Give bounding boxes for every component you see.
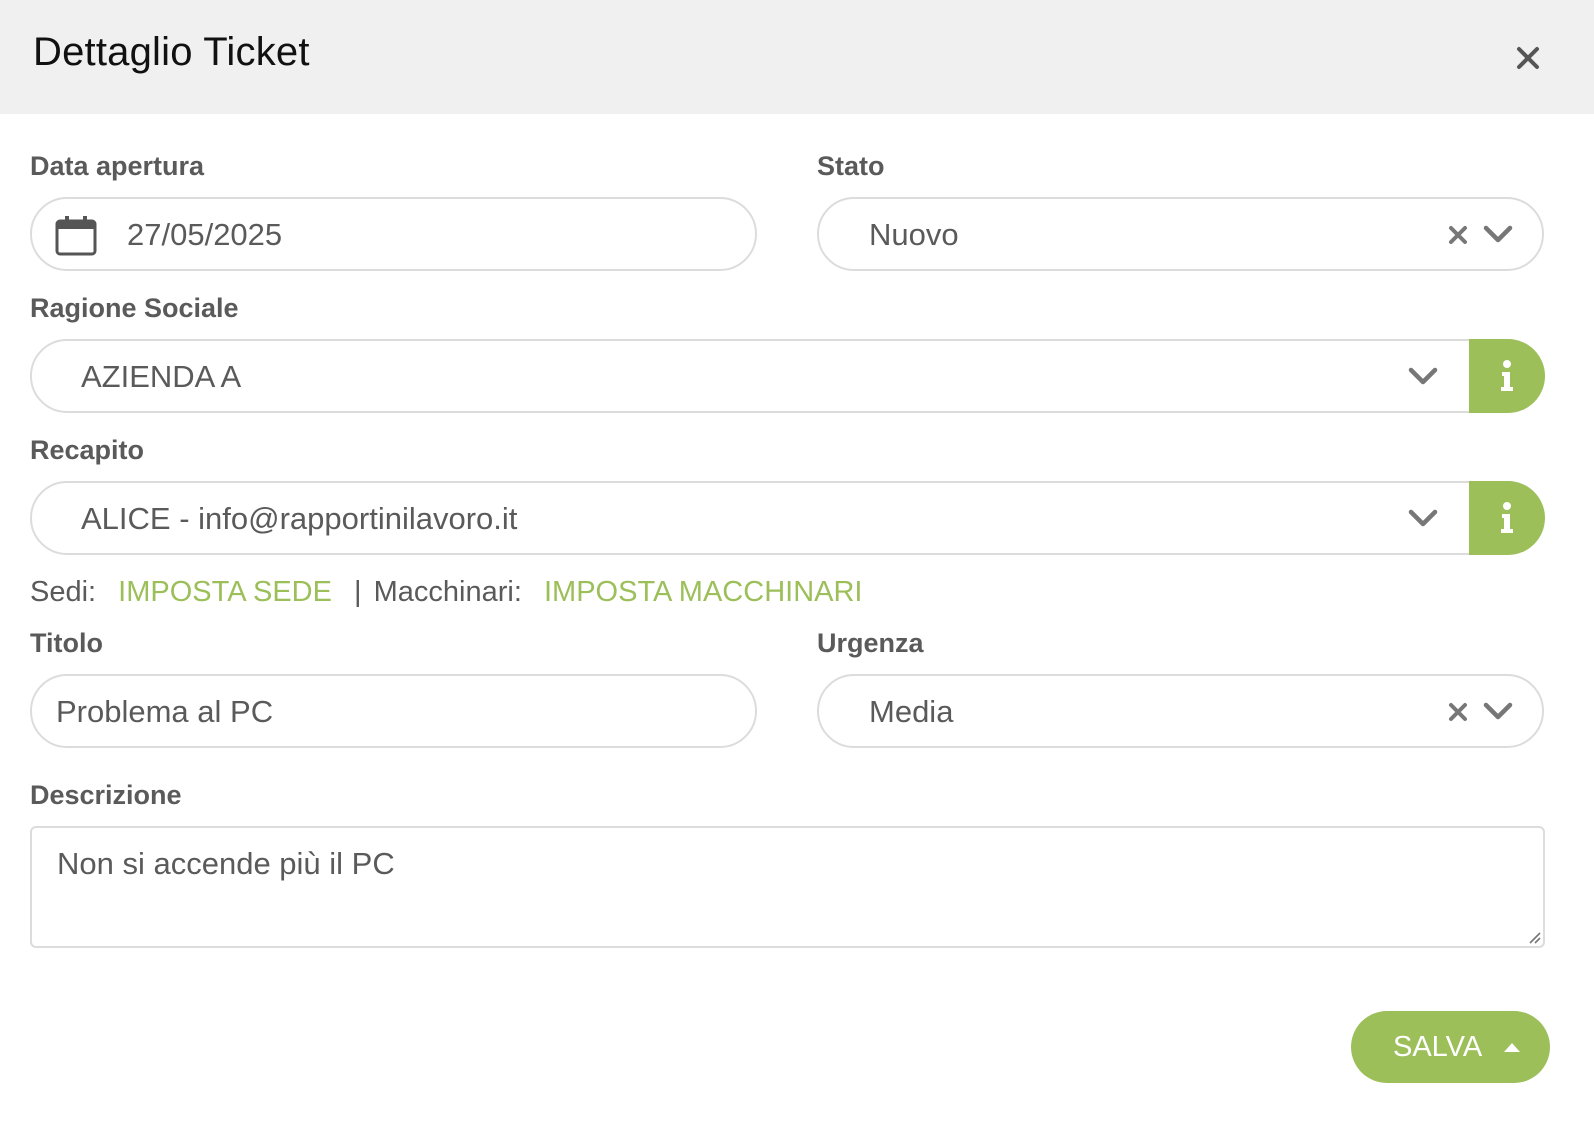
descrizione-textarea[interactable]: Non si accende più il PC [30, 826, 1545, 948]
ticket-detail-modal: Dettaglio Ticket Data apertura 27/05/202… [0, 0, 1594, 1122]
chevron-down-icon[interactable] [1482, 222, 1514, 246]
info-icon [1501, 360, 1513, 391]
links-separator: | [354, 576, 362, 608]
urgenza-label: Urgenza [817, 628, 924, 658]
calendar-icon [55, 216, 97, 256]
urgenza-select[interactable]: Media [817, 674, 1544, 748]
chevron-down-icon[interactable] [1482, 699, 1514, 723]
titolo-input[interactable]: Problema al PC [30, 674, 757, 748]
data-apertura-field[interactable]: 27/05/2025 [30, 197, 757, 271]
resize-grip-icon[interactable] [1525, 928, 1541, 944]
clear-icon[interactable] [1446, 223, 1470, 247]
imposta-macchinari-link[interactable]: IMPOSTA MACCHINARI [544, 576, 863, 609]
ragione-sociale-info-button[interactable] [1469, 339, 1545, 413]
titolo-value: Problema al PC [56, 694, 274, 729]
ragione-sociale-label: Ragione Sociale [30, 293, 239, 323]
data-apertura-value: 27/05/2025 [127, 217, 283, 252]
clear-icon[interactable] [1446, 700, 1470, 724]
stato-value: Nuovo [869, 217, 959, 252]
recapito-select[interactable]: ALICE - info@rapportinilavoro.it [30, 481, 1480, 555]
modal-title: Dettaglio Ticket [33, 30, 310, 74]
titolo-label: Titolo [30, 628, 103, 658]
stato-label: Stato [817, 151, 885, 181]
caret-up-icon[interactable] [1503, 1041, 1521, 1053]
macchinari-label: Macchinari: [373, 576, 522, 608]
recapito-value: ALICE - info@rapportinilavoro.it [81, 501, 518, 536]
descrizione-label: Descrizione [30, 780, 182, 810]
chevron-down-icon[interactable] [1407, 506, 1439, 530]
chevron-down-icon[interactable] [1407, 364, 1439, 388]
sedi-macchinari-row: Sedi: IMPOSTA SEDE | Macchinari: IMPOSTA… [30, 576, 862, 616]
imposta-sede-link[interactable]: IMPOSTA SEDE [118, 576, 332, 609]
modal-header: Dettaglio Ticket [0, 0, 1594, 114]
ragione-sociale-select[interactable]: AZIENDA A [30, 339, 1480, 413]
save-button[interactable]: SALVA [1351, 1011, 1550, 1083]
stato-select[interactable]: Nuovo [817, 197, 1544, 271]
recapito-info-button[interactable] [1469, 481, 1545, 555]
close-icon [1517, 47, 1539, 69]
save-button-label: SALVA [1393, 1031, 1483, 1063]
urgenza-value: Media [869, 694, 954, 729]
sedi-label: Sedi: [30, 576, 97, 608]
close-button[interactable] [1508, 38, 1548, 78]
descrizione-value: Non si accende più il PC [57, 846, 395, 881]
info-icon [1501, 502, 1513, 533]
recapito-label: Recapito [30, 435, 145, 465]
data-apertura-label: Data apertura [30, 151, 205, 181]
ragione-sociale-value: AZIENDA A [81, 359, 242, 394]
